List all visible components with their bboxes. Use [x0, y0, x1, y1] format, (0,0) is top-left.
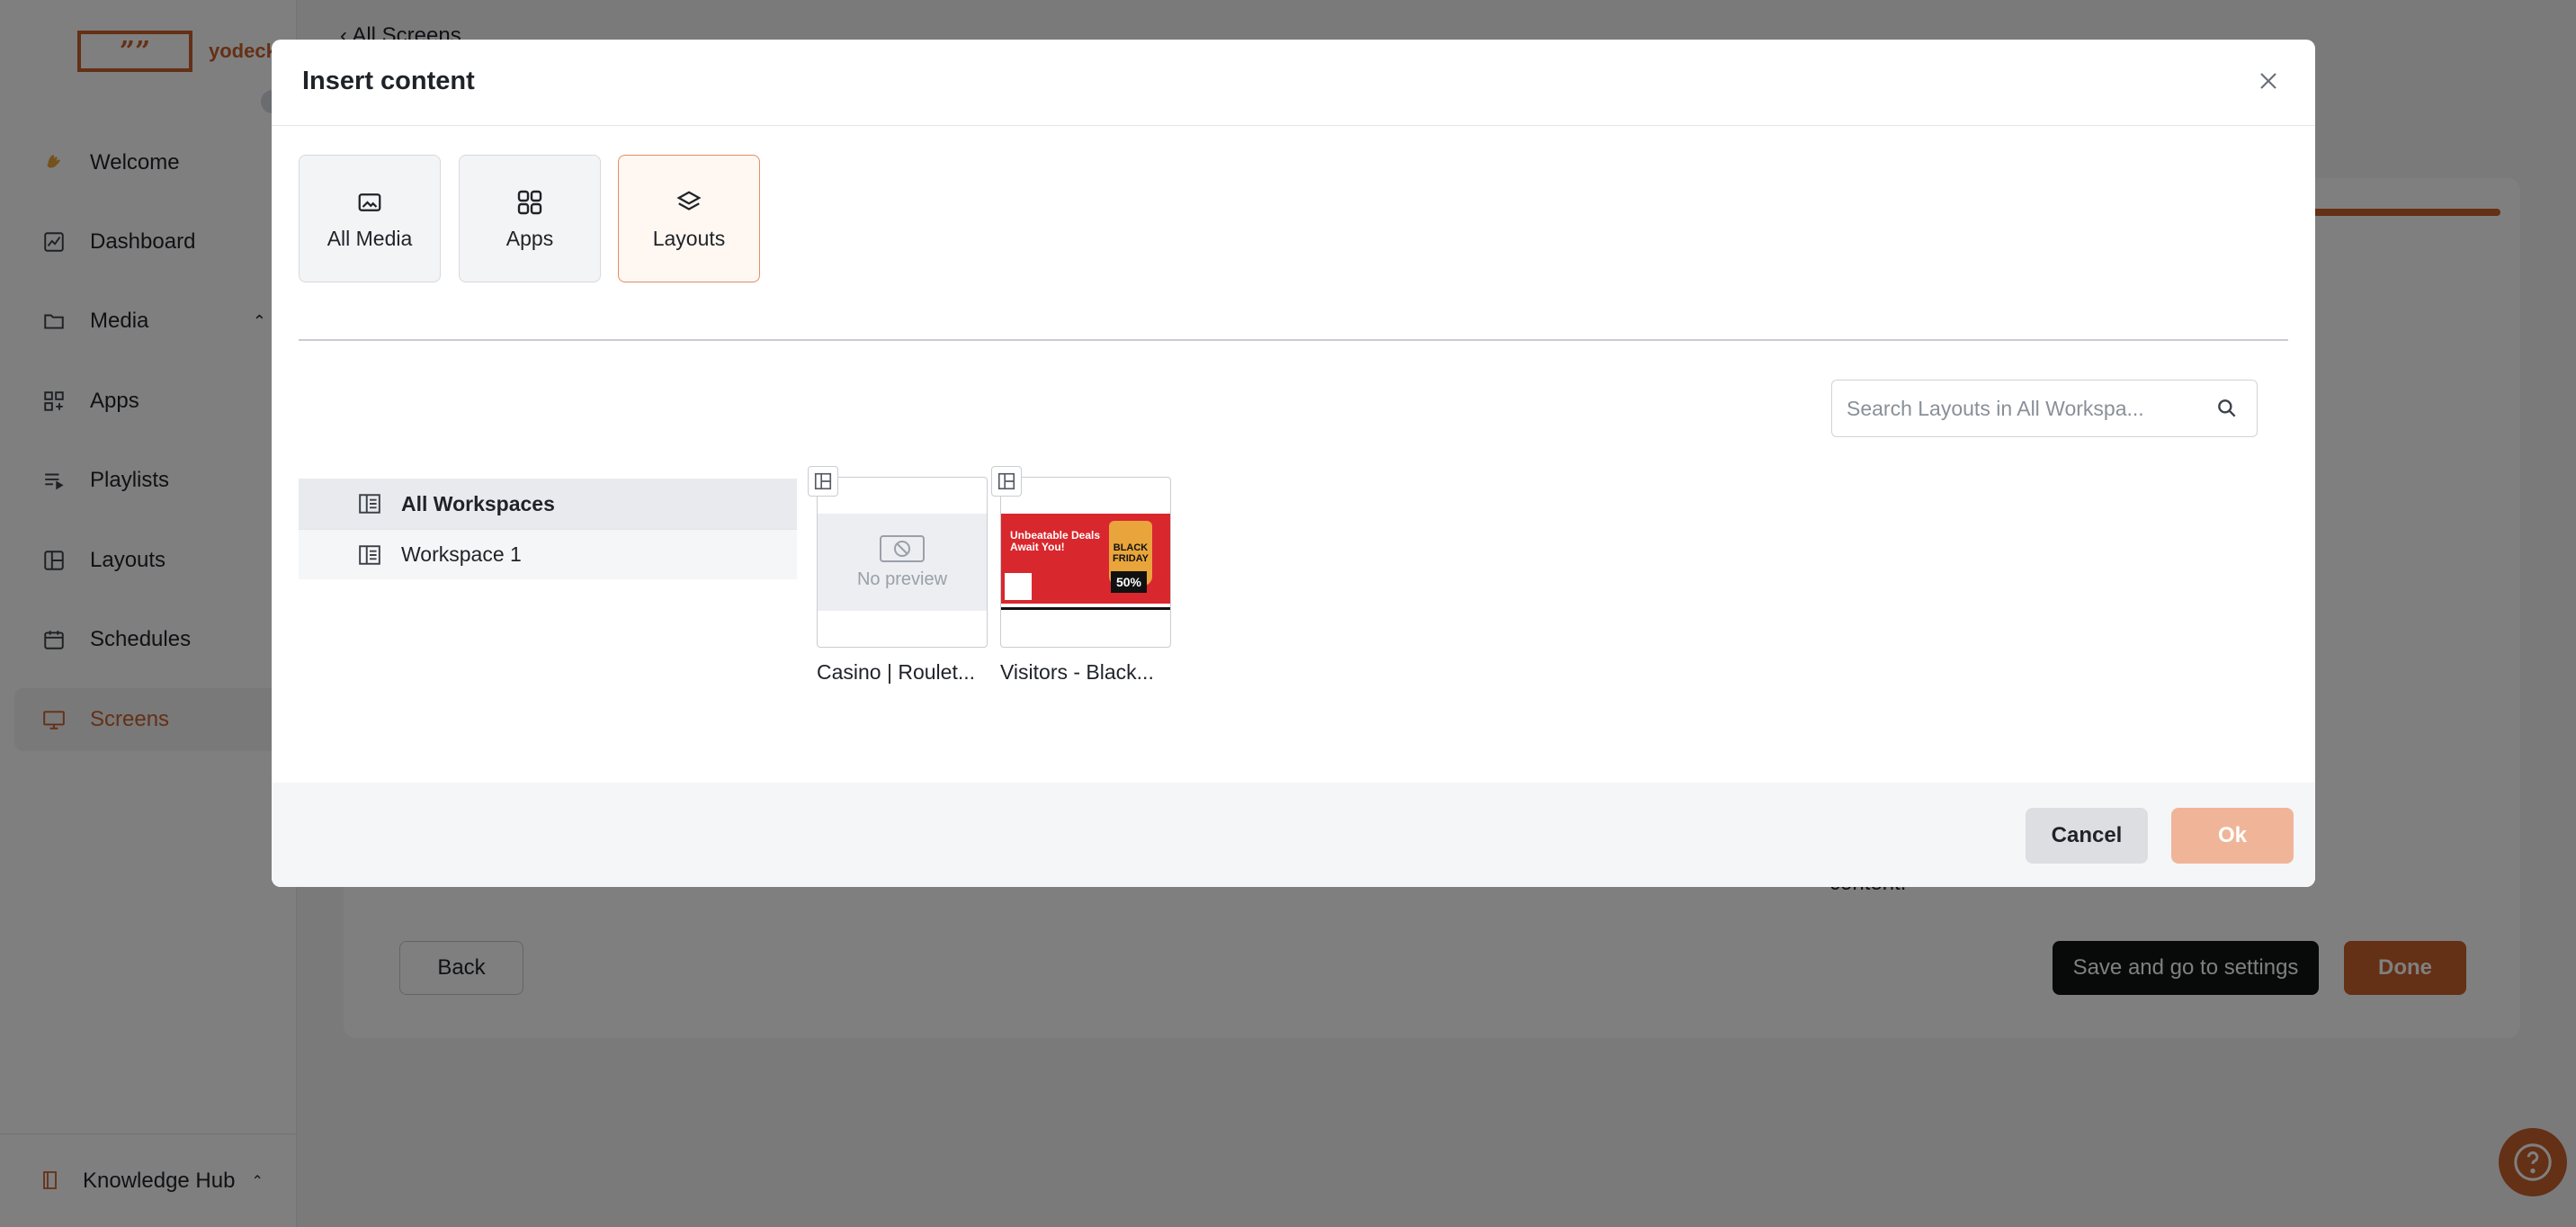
tab-label: All Media — [326, 226, 413, 250]
no-preview-icon — [880, 534, 925, 562]
search-icon[interactable] — [2215, 397, 2239, 420]
layout-search[interactable] — [1831, 380, 2258, 437]
layers-icon — [674, 187, 704, 218]
modal-footer: Cancel Ok — [272, 783, 2315, 887]
workspace-icon — [359, 494, 380, 514]
preview-image-box — [1005, 573, 1032, 600]
tab-apps[interactable]: Apps — [459, 155, 601, 282]
workspace-item-all[interactable]: All Workspaces — [299, 479, 797, 529]
tab-all-media[interactable]: All Media — [299, 155, 441, 282]
layout-name: Visitors - Black... — [1000, 660, 1154, 684]
layout-thumbnail: Unbeatable Deals Await You! BLACK FRIDAY… — [1000, 477, 1171, 648]
workspace-item-1[interactable]: Workspace 1 — [299, 529, 797, 579]
layout-name: Casino | Roulet... — [817, 660, 976, 684]
workspace-list: All Workspaces Workspace 1 — [299, 479, 797, 579]
close-icon — [2260, 73, 2276, 89]
close-button[interactable] — [2250, 63, 2286, 99]
no-preview-text: No preview — [856, 569, 948, 589]
tab-label: Layouts — [652, 226, 726, 250]
ok-button[interactable]: Ok — [2171, 808, 2294, 864]
tab-label: Apps — [505, 226, 554, 250]
black-friday-preview: Unbeatable Deals Await You! BLACK FRIDAY… — [1001, 514, 1170, 604]
tab-layouts[interactable]: Layouts — [618, 155, 760, 282]
layout-badge-icon — [991, 466, 1022, 497]
cancel-button[interactable]: Cancel — [2026, 808, 2148, 864]
insert-content-modal: Insert content All Media Apps Layouts Al… — [272, 40, 2315, 887]
layout-thumbnail: No preview — [817, 477, 988, 648]
apps-grid-icon — [514, 187, 545, 218]
layout-card-visitors[interactable]: Unbeatable Deals Await You! BLACK FRIDAY… — [991, 466, 1171, 685]
workspace-label: All Workspaces — [401, 491, 555, 515]
preview-footer-line — [1001, 607, 1170, 610]
workspace-label: Workspace 1 — [401, 542, 522, 566]
workspace-icon — [359, 545, 380, 565]
preview-percent: 50% — [1111, 571, 1147, 593]
tabs-divider — [299, 339, 2288, 341]
no-preview-placeholder: No preview — [818, 514, 987, 611]
image-icon — [354, 187, 385, 218]
layout-card-casino[interactable]: No preview Casino | Roulet... — [808, 466, 988, 685]
layout-badge-icon — [808, 466, 838, 497]
layout-search-input[interactable] — [1847, 381, 2206, 436]
modal-header: Insert content — [272, 40, 2315, 126]
modal-title: Insert content — [302, 67, 475, 95]
preview-headline: Unbeatable Deals Await You! — [1010, 529, 1101, 553]
